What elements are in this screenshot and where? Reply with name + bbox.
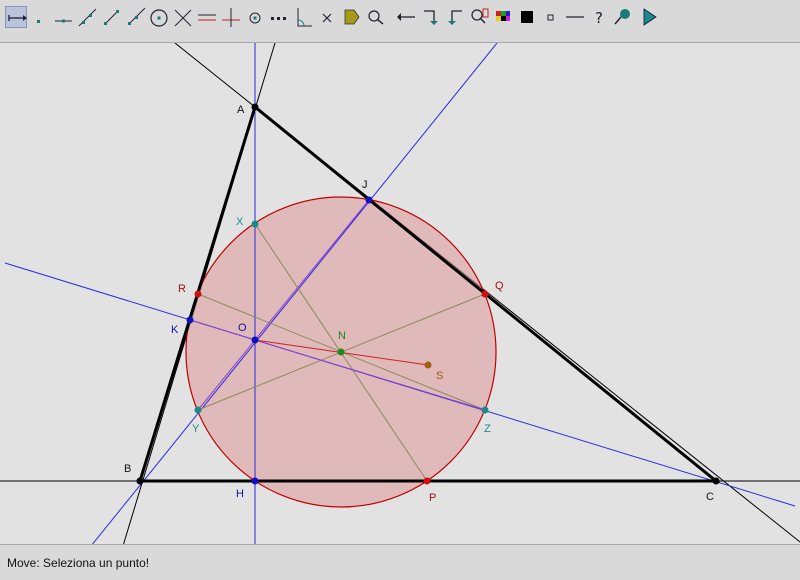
delete-tool-icon[interactable]	[316, 6, 338, 28]
line-ac-extension[interactable]	[174, 43, 256, 108]
label-j: J	[362, 179, 368, 191]
point-size-icon[interactable]	[540, 6, 562, 28]
point-x[interactable]	[251, 220, 259, 228]
label-r: R	[178, 283, 186, 295]
status-bar: Move: Seleziona un punto!	[0, 547, 800, 580]
label-p: P	[429, 492, 436, 504]
label-y: Y	[192, 423, 200, 435]
perpendicular-tool-icon[interactable]	[220, 6, 242, 28]
ray-tool-icon[interactable]	[124, 6, 146, 28]
redo-right-icon[interactable]	[420, 6, 442, 28]
point-a[interactable]	[251, 103, 259, 111]
segment-tool-icon[interactable]	[100, 6, 122, 28]
label-b: B	[124, 463, 131, 475]
label-a: A	[237, 104, 245, 116]
label-h: H	[236, 488, 244, 500]
redo-left-icon[interactable]	[444, 6, 466, 28]
label-q: Q	[495, 280, 504, 292]
point-c[interactable]	[712, 477, 720, 485]
line-tool-icon[interactable]	[76, 6, 98, 28]
point-o[interactable]	[251, 336, 259, 344]
label-n: N	[338, 330, 346, 342]
move-tool-icon[interactable]	[5, 6, 27, 28]
magnifier-tool-icon[interactable]	[364, 6, 386, 28]
fill-square-icon[interactable]	[516, 6, 538, 28]
angle-tool-icon[interactable]	[292, 6, 314, 28]
undo-arrow-icon[interactable]	[396, 6, 418, 28]
parallel-tool-icon[interactable]	[196, 6, 218, 28]
toolbar: ?	[0, 0, 800, 34]
label-z: Z	[484, 423, 491, 435]
point-j[interactable]	[365, 196, 373, 204]
point-y[interactable]	[194, 406, 202, 414]
dotted-line-tool-icon[interactable]	[268, 6, 290, 28]
point-b[interactable]	[136, 477, 144, 485]
label-k: K	[171, 324, 179, 336]
zoom-tool-icon[interactable]	[468, 6, 490, 28]
play-triangle-icon[interactable]	[638, 6, 660, 28]
geometry-figure[interactable]: A B C J Q X R K O N S Y Z H P	[0, 42, 800, 545]
line-style-icon[interactable]	[564, 6, 586, 28]
point-q[interactable]	[481, 290, 489, 298]
label-tool-icon[interactable]	[340, 6, 362, 28]
label-x: X	[236, 216, 244, 228]
help-icon[interactable]: ?	[588, 6, 610, 28]
label-o: O	[238, 322, 247, 334]
svg-text:?: ?	[595, 9, 603, 27]
status-message: Move: Seleziona un punto!	[7, 556, 150, 570]
midpoint-tool-icon[interactable]	[244, 6, 266, 28]
point-k[interactable]	[186, 316, 194, 324]
circle-tool-icon[interactable]	[148, 6, 170, 28]
point-p[interactable]	[423, 477, 431, 485]
color-palette-icon[interactable]	[492, 6, 514, 28]
point-z[interactable]	[481, 406, 489, 414]
point-on-line-tool-icon[interactable]	[52, 6, 74, 28]
point-tool-icon[interactable]	[28, 6, 50, 28]
intersection-tool-icon[interactable]	[172, 6, 194, 28]
point-n[interactable]	[337, 348, 345, 356]
label-s: S	[436, 370, 443, 382]
point-s[interactable]	[424, 361, 432, 369]
drawing-canvas[interactable]: A B C J Q X R K O N S Y Z H P	[0, 42, 800, 545]
point-r[interactable]	[194, 290, 202, 298]
point-h[interactable]	[251, 477, 259, 485]
pin-tool-icon[interactable]	[612, 6, 634, 28]
label-c: C	[706, 491, 714, 503]
